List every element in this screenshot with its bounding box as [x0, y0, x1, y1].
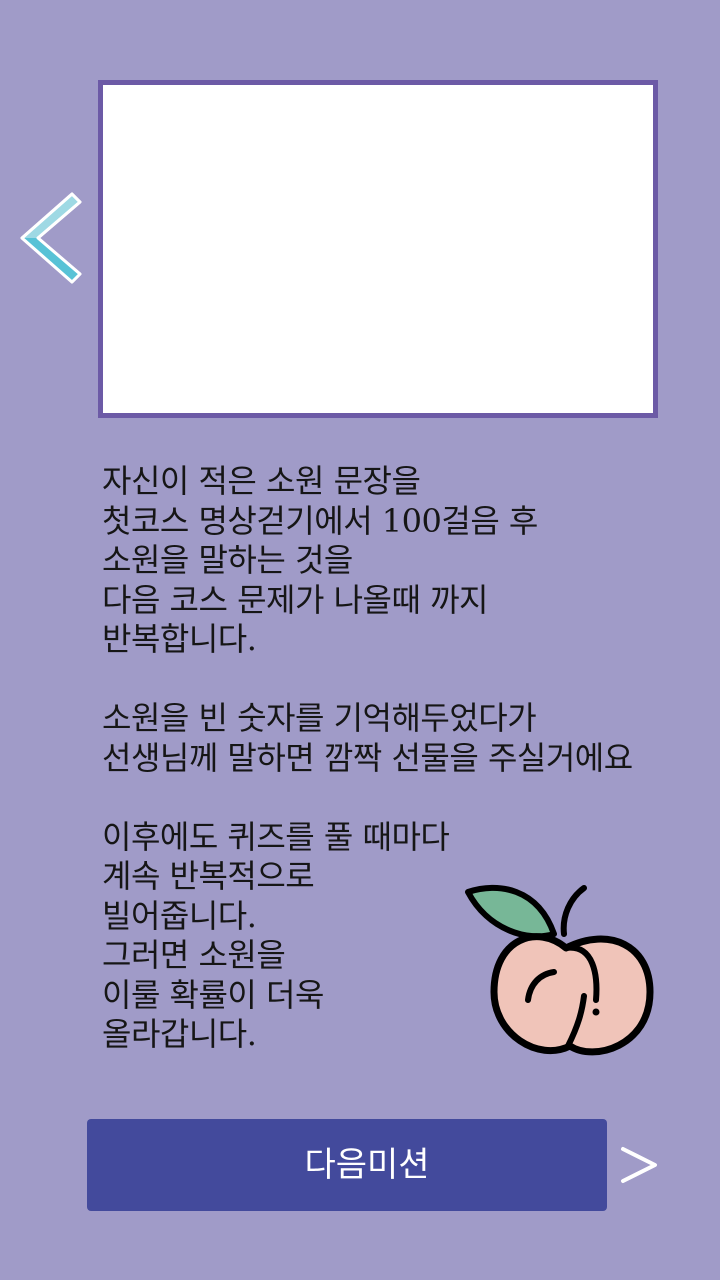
next-mission-label: 다음미션 — [304, 1145, 430, 1185]
peach-icon — [465, 884, 654, 1056]
instruction-line: 반복합니다. — [102, 620, 257, 658]
peach-illustration — [458, 876, 664, 1072]
instruction-line: 선생님께 말하면 깜짝 선물을 주실거에요 — [102, 738, 633, 777]
instruction-line: 자신이 적은 소원 문장을 — [102, 462, 421, 500]
instruction-line: 첫코스 명상걷기에서 100걸음 후 — [102, 501, 538, 540]
instruction-line: 이후에도 퀴즈를 풀 때마다 — [102, 817, 450, 856]
instruction-line: 소원을 말하는 것을 — [102, 541, 353, 579]
chevron-right-icon — [621, 1147, 657, 1183]
next-mission-button[interactable]: 다음미션 — [87, 1119, 657, 1211]
instruction-line: 소원을 빈 숫자를 기억해두었다가 — [102, 699, 537, 737]
chevron-left-icon — [20, 192, 82, 284]
instruction-line: 다음 코스 문제가 나올때 까지 — [102, 580, 488, 619]
back-arrow-button[interactable] — [16, 190, 84, 286]
image-frame — [98, 80, 658, 418]
